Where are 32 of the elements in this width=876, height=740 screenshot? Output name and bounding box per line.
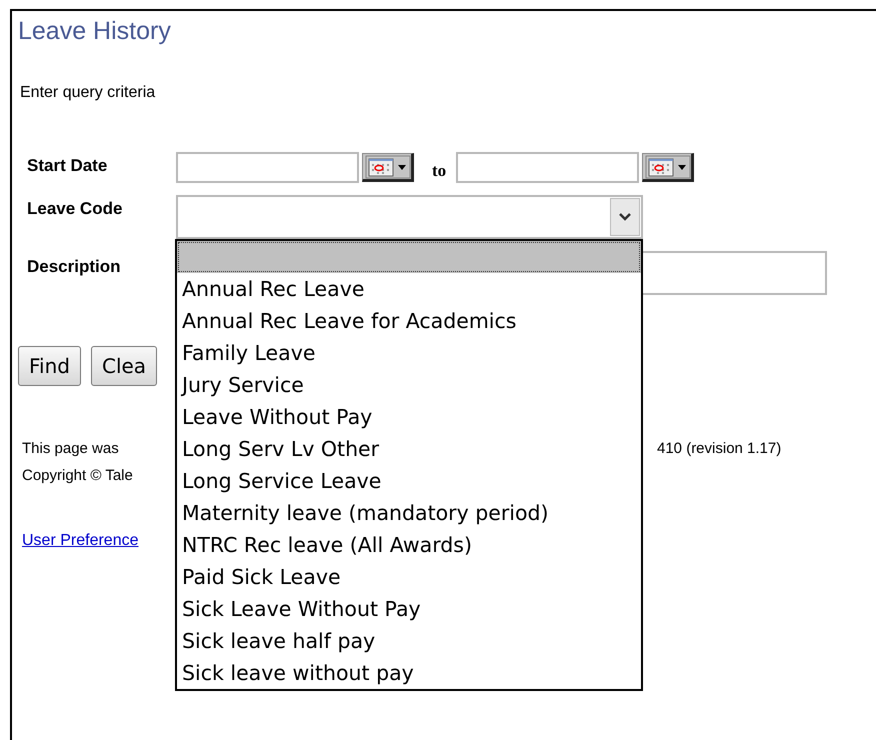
dropdown-option[interactable]: Sick leave half pay [177,625,641,657]
calendar-button[interactable] [362,153,414,182]
dropdown-option[interactable] [177,241,641,273]
field-label: Leave Code [27,198,122,219]
footer-text: Copyright © Tale [22,467,133,484]
form-button[interactable]: Find [18,346,81,386]
date-field[interactable] [176,152,359,183]
footer-text: 410 (revision 1.17) [657,440,782,457]
dropdown-button[interactable] [610,198,640,236]
dropdown-option[interactable]: Long Service Leave [177,465,641,497]
form-button[interactable]: Clea [90,346,158,386]
page-title: Leave History [18,17,171,46]
dropdown-option[interactable]: Long Serv Lv Other [177,433,641,465]
instruction-text: Enter query criteria [20,84,156,102]
dropdown-option[interactable]: Leave Without Pay [177,401,641,433]
field-label: Start Date [27,155,108,176]
dropdown-option[interactable]: Maternity leave (mandatory period) [177,497,641,529]
chevron-down-icon [618,212,632,222]
user-preferences-link[interactable]: User Preference [22,532,138,550]
field-label: Description [27,256,121,277]
dropdown-option[interactable]: NTRC Rec leave (All Awards) [177,529,641,561]
dropdown-option[interactable]: Sick Leave Without Pay [177,593,641,625]
dropdown-option[interactable]: Annual Rec Leave for Academics [177,305,641,337]
dropdown-option[interactable]: Jury Service [177,369,641,401]
calendar-button[interactable] [642,153,694,182]
dropdown-option[interactable]: Paid Sick Leave [177,561,641,593]
footer-text: This page was [22,440,119,457]
to-label: to [432,160,446,180]
dropdown-option[interactable]: Annual Rec Leave [177,273,641,305]
dropdown-option[interactable]: Sick leave without pay [177,657,641,689]
date-field[interactable] [456,152,640,183]
dropdown-option[interactable]: Family Leave [177,337,641,369]
